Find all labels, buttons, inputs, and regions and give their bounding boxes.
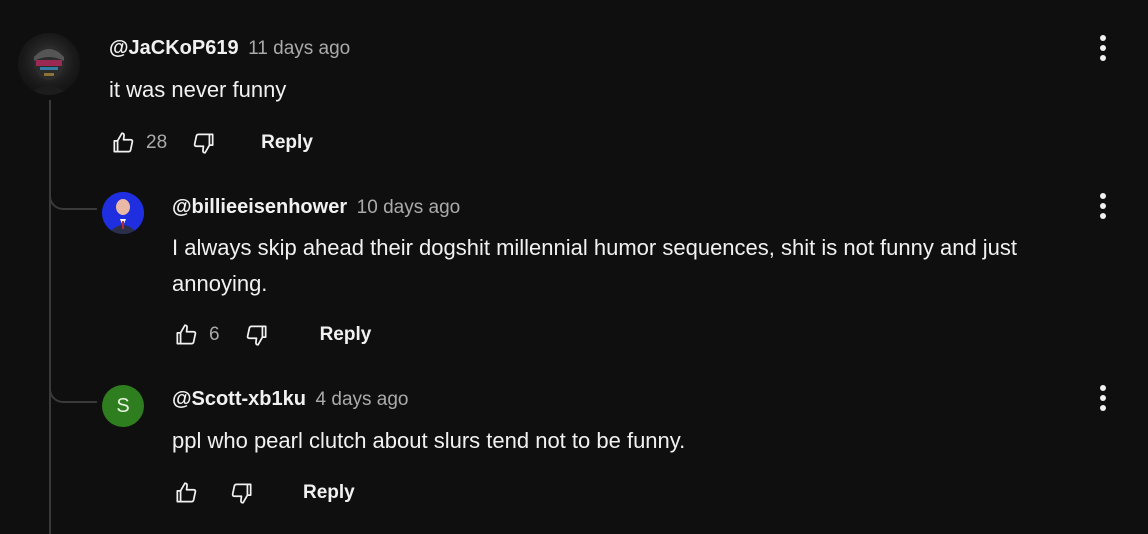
comment-thread: @JaCKoP619 11 days ago it was never funn…: [0, 0, 1148, 534]
comment-text: ppl who pearl clutch about slurs tend no…: [172, 428, 686, 453]
like-count: 6: [209, 324, 220, 345]
more-vertical-icon[interactable]: [1093, 380, 1113, 416]
comment-author[interactable]: @JaCKoP619: [109, 37, 239, 59]
dislike-button[interactable]: [240, 318, 274, 352]
more-vertical-icon[interactable]: [1093, 188, 1113, 224]
comment-text-line: annoying.: [172, 271, 268, 296]
comment-actions: 6 Reply: [169, 317, 371, 353]
comment-timestamp[interactable]: 4 days ago: [316, 389, 409, 410]
menu-dot: [1100, 45, 1106, 51]
thumbs-down-icon: [246, 325, 267, 346]
dark-portrait-avatar-icon: [28, 46, 70, 95]
thread-line: [49, 100, 51, 534]
like-button[interactable]: [169, 476, 203, 510]
more-vertical-icon[interactable]: [1093, 30, 1113, 66]
like-count: 28: [146, 132, 168, 153]
thumbs-up-icon: [113, 132, 134, 153]
comment-text: I always skip ahead their dogshit millen…: [172, 230, 1017, 302]
thumbs-up-icon: [176, 482, 197, 503]
avatar[interactable]: [18, 33, 80, 95]
menu-dot: [1100, 405, 1106, 411]
menu-dot: [1100, 203, 1106, 209]
comment-header: @JaCKoP619 11 days ago: [109, 37, 350, 60]
dislike-button[interactable]: [225, 476, 259, 510]
comment-timestamp[interactable]: 10 days ago: [357, 197, 461, 218]
comment-header: @Scott-xb1ku 4 days ago: [172, 388, 409, 411]
reply-connector: [49, 389, 97, 403]
menu-dot: [1100, 395, 1106, 401]
reply-button[interactable]: Reply: [303, 482, 355, 504]
menu-dot: [1100, 35, 1106, 41]
reply-button[interactable]: Reply: [320, 324, 372, 346]
comment-actions: 28 Reply: [106, 125, 313, 161]
avatar[interactable]: [102, 192, 144, 234]
menu-dot: [1100, 55, 1106, 61]
avatar[interactable]: S: [102, 385, 144, 427]
like-button[interactable]: [169, 318, 203, 352]
menu-dot: [1100, 213, 1106, 219]
reply-button[interactable]: Reply: [261, 132, 313, 154]
dislike-button[interactable]: [187, 126, 221, 160]
comment-actions: Reply: [169, 475, 355, 511]
comment-author[interactable]: @Scott-xb1ku: [172, 388, 306, 410]
man-in-suit-blue-background-avatar-icon: [102, 192, 144, 234]
thumbs-down-icon: [231, 483, 252, 504]
comment-text-line: I always skip ahead their dogshit millen…: [172, 235, 1018, 260]
thumbs-down-icon: [193, 133, 214, 154]
menu-dot: [1100, 385, 1106, 391]
comment-author[interactable]: @billieeisenhower: [172, 196, 347, 218]
comment-timestamp[interactable]: 11 days ago: [248, 38, 350, 59]
reply-connector: [49, 196, 97, 210]
menu-dot: [1100, 193, 1106, 199]
comment-text: it was never funny: [109, 77, 287, 102]
like-button[interactable]: [106, 126, 140, 160]
comment-header: @billieeisenhower 10 days ago: [172, 196, 460, 219]
thumbs-up-icon: [176, 324, 197, 345]
